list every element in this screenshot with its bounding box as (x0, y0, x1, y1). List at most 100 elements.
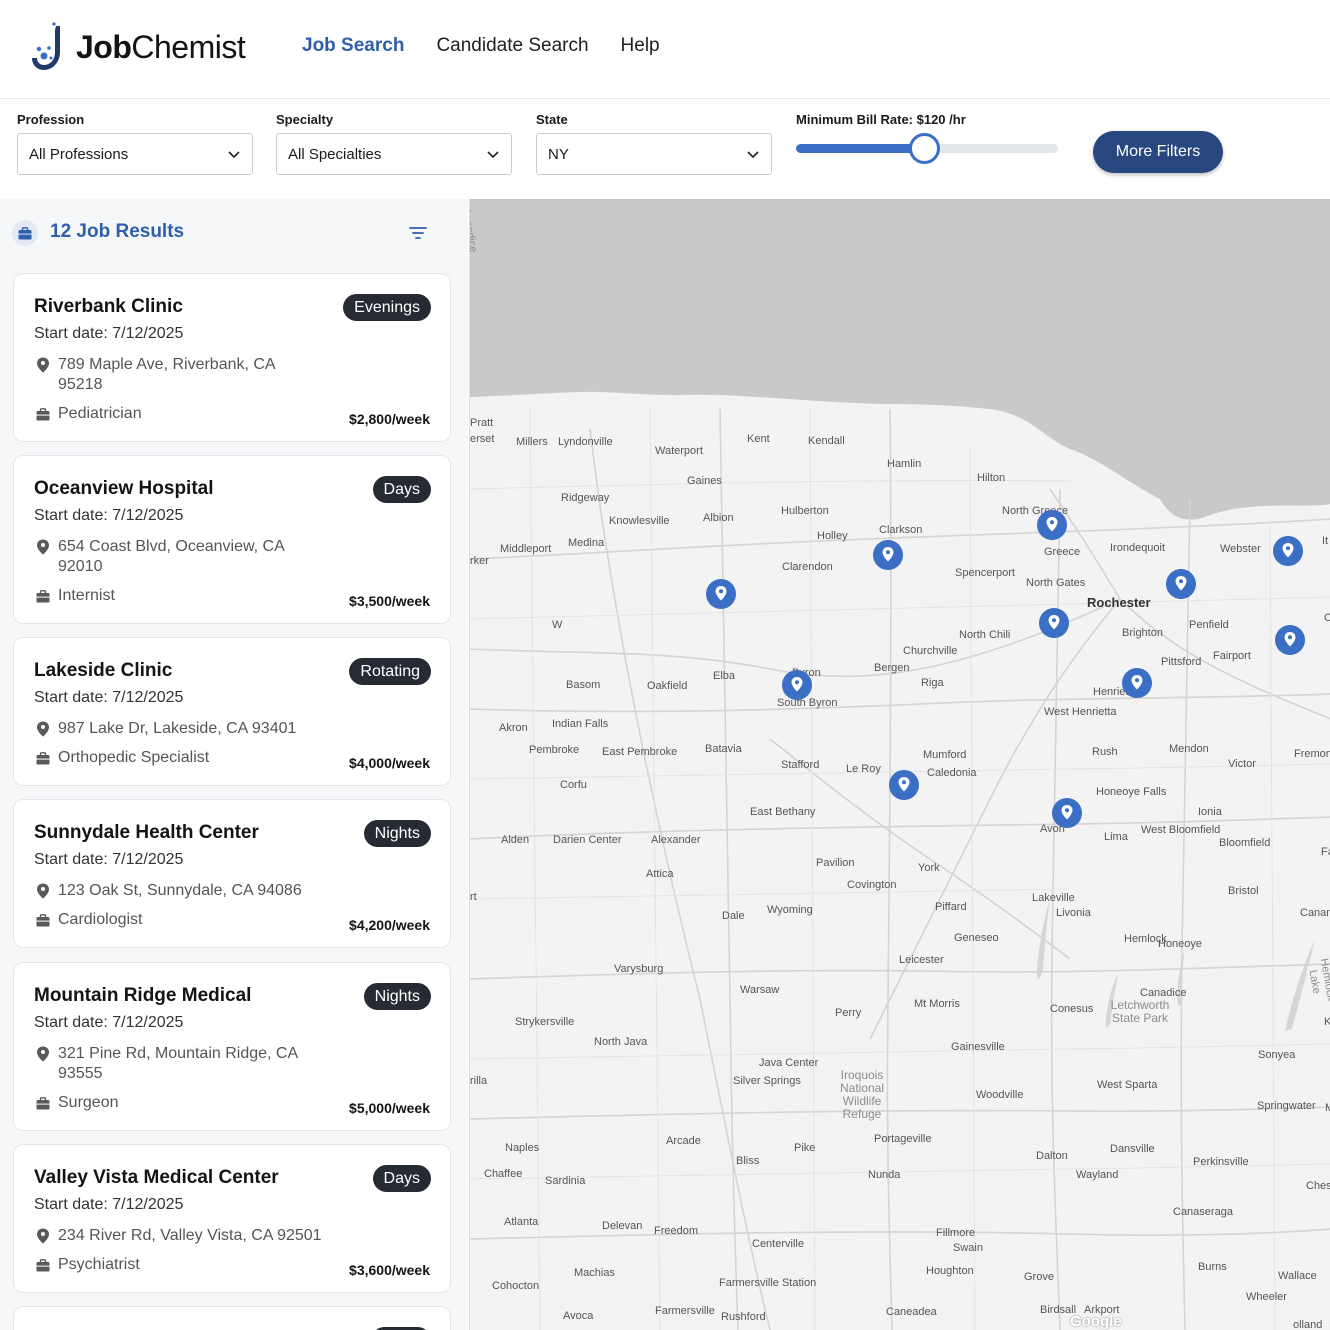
job-pay: $4,200/week (349, 917, 430, 933)
map-place-label: Gaines (687, 475, 722, 487)
job-card[interactable]: Mountain Ridge Medical Nights Start date… (13, 962, 451, 1131)
job-map-marker-icon[interactable] (781, 669, 813, 701)
map-place-label: Burns (1198, 1261, 1227, 1273)
bill-rate-filter: Minimum Bill Rate: $120 /hr (796, 112, 1058, 164)
job-title: Lakeside Clinic (34, 660, 173, 681)
profession-label: Profession (17, 112, 85, 127)
nav-job-search[interactable]: Job Search (302, 35, 404, 57)
map-place-label: West Sparta (1097, 1079, 1158, 1091)
job-specialty: Surgeon (58, 1094, 119, 1111)
map-place-label: Bristol (1228, 885, 1259, 897)
job-map-marker-icon[interactable] (1051, 797, 1083, 829)
map-place-label: Freedom (654, 1225, 699, 1237)
map-place-label: Mendon (1169, 743, 1209, 755)
job-address: 789 Maple Ave, Riverbank, CA 95218 (58, 356, 275, 393)
results-header: 12 Job Results (12, 219, 442, 247)
location-pin-icon (37, 883, 49, 899)
briefcase-icon (36, 752, 50, 765)
map-place-label: Lima (1104, 831, 1128, 843)
job-map[interactable]: Rochester Greece North Greece Irondequoit We… (469, 199, 1330, 1330)
job-start-date: Start date: 7/12/2025 (34, 689, 184, 706)
job-title: Sunnydale Health Center (34, 822, 259, 843)
bill-rate-label: Minimum Bill Rate: $120 /hr (796, 112, 966, 127)
shift-badge: Evenings (343, 294, 431, 321)
job-card[interactable]: Riverbank Clinic Evenings Start date: 7/… (13, 273, 451, 442)
map-place-label: Wallace (1278, 1270, 1317, 1282)
job-map-marker-icon[interactable] (1165, 568, 1197, 600)
map-place-label: rker (470, 555, 489, 567)
shift-badge: Days (372, 476, 431, 503)
map-place-label: Woodville (976, 1089, 1024, 1101)
map-place-label: Rushford (721, 1311, 766, 1323)
map-place-label: Strykersville (515, 1016, 575, 1028)
map-place-label: Dale (722, 910, 745, 922)
brand-logo[interactable]: JobChemist (30, 22, 246, 72)
map-place-label: Ridgeway (561, 492, 610, 504)
map-place-label: Rochester (1087, 595, 1151, 610)
shift-badge: Nights (363, 820, 431, 847)
job-card[interactable]: Lakeside Clinic Rotating Start date: 7/1… (13, 637, 451, 786)
map-place-label: Avoca (563, 1310, 594, 1322)
job-map-marker-icon[interactable] (872, 539, 904, 571)
job-map-marker-icon[interactable] (1121, 667, 1153, 699)
map-place-label: Pike (794, 1142, 816, 1154)
map-place-label: Gainesville (951, 1041, 1005, 1053)
map-place-label: Naples (505, 1142, 540, 1154)
map-place-label: Caneadea (886, 1306, 937, 1318)
job-card[interactable]: Valley Vista Medical Center Days Start d… (13, 1144, 451, 1293)
map-place-label: Letchworth State Park (1110, 998, 1170, 1025)
map-place-label: Basom (566, 679, 601, 691)
state-filter: State NY (536, 112, 772, 175)
job-card[interactable]: Sunnydale Health Center Nights Start dat… (13, 799, 451, 948)
job-map-marker-icon[interactable] (1272, 535, 1304, 567)
map-place-label: Webster (1220, 543, 1261, 555)
job-map-marker-icon[interactable] (888, 769, 920, 801)
map-place-label: Ionia (1198, 806, 1222, 818)
map-place-label: Penfield (1189, 619, 1229, 631)
map-place-label: Centerville (752, 1238, 804, 1250)
flask-logo-icon (32, 22, 60, 70)
map-place-label: Canaseraga (1173, 1206, 1233, 1218)
map-place-label: Brighton (1122, 627, 1163, 639)
nav-candidate-search[interactable]: Candidate Search (436, 35, 588, 57)
state-select[interactable]: NY (536, 133, 772, 175)
job-pay: $3,500/week (349, 593, 430, 609)
map-place-label: Chaffee (484, 1168, 523, 1180)
map-place-label: Batavia (705, 743, 742, 755)
map-place-label: Clarendon (782, 561, 833, 573)
job-card[interactable]: Oceanview Hospital Days Start date: 7/12… (13, 455, 451, 624)
map-place-label: Piffard (935, 901, 967, 913)
job-start-date: Start date: 7/12/2025 (34, 325, 184, 342)
location-pin-icon (37, 357, 49, 373)
specialty-value: All Specialties (288, 145, 382, 163)
map-place-label: Iroquois National Wildlife Refuge (839, 1068, 885, 1121)
map-place-label: Dansville (1110, 1143, 1155, 1155)
map-place-label: Varysburg (614, 963, 664, 975)
bill-rate-slider-thumb[interactable] (909, 133, 941, 164)
map-place-label: Fremont (1294, 748, 1330, 760)
job-start-date: Start date: 7/12/2025 (34, 1014, 184, 1031)
more-filters-button[interactable]: More Filters (1093, 131, 1223, 173)
profession-select[interactable]: All Professions (17, 133, 253, 175)
map-place-label: Lyndonville (558, 436, 613, 448)
job-map-marker-icon[interactable] (1274, 624, 1306, 656)
chevron-down-icon (228, 151, 240, 159)
job-map-marker-icon[interactable] (1036, 509, 1068, 541)
map-place-label: Waterport (655, 445, 703, 457)
job-card[interactable] (13, 1306, 451, 1330)
profession-filter: Profession All Professions (17, 112, 253, 175)
job-map-marker-icon[interactable] (1038, 607, 1070, 639)
state-label: State (536, 112, 568, 127)
map-place-label: Conesus (1050, 1003, 1094, 1015)
nav-help[interactable]: Help (621, 35, 660, 57)
job-map-marker-icon[interactable] (705, 578, 737, 610)
map-place-label: Pittsford (1161, 656, 1202, 668)
briefcase-icon (36, 1097, 50, 1110)
map-place-label: Pratt (470, 417, 494, 429)
main-nav: Job Search Candidate Search Help (302, 35, 660, 57)
specialty-label: Specialty (276, 112, 334, 127)
map-place-label: Livonia (1056, 907, 1091, 919)
state-value: NY (548, 145, 569, 163)
specialty-select[interactable]: All Specialties (276, 133, 512, 175)
filter-list-icon[interactable] (408, 224, 428, 242)
